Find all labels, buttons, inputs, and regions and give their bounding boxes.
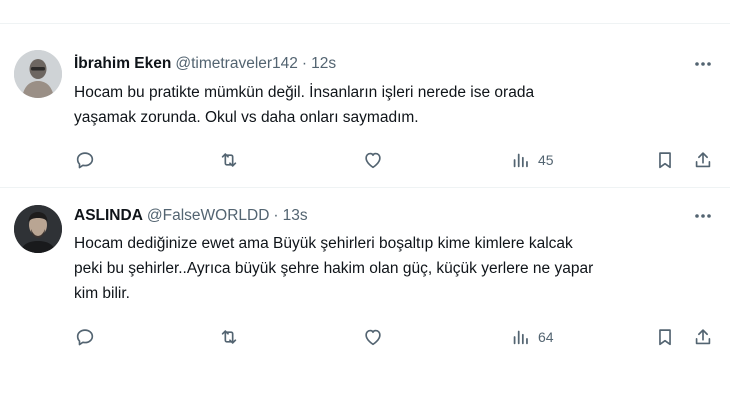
tweet-text-line: yaşamak zorunda. Okul vs daha onları say… [74,109,419,126]
bookmark-icon[interactable] [654,148,676,172]
timestamp[interactable]: 12s [311,55,336,72]
views-button[interactable]: 45 [510,148,554,172]
timestamp[interactable]: 13s [283,207,308,224]
user-handle[interactable]: @timetraveler142 [175,55,298,72]
like-icon[interactable] [362,325,384,349]
share-icon[interactable] [692,148,714,172]
action-bar: 64 [74,325,714,349]
tweet-header: İbrahim Eken @timetraveler142 · 12s [74,55,336,75]
tweet-text: Hocam dediğinize ewet ama Büyük şehirler… [74,231,694,306]
tweet-header: ASLINDA @FalseWORLDD · 13s [74,207,308,227]
avatar[interactable] [14,205,62,253]
views-count: 64 [538,329,554,345]
more-icon[interactable] [692,206,714,226]
more-icon[interactable] [692,54,714,74]
tweet-text: Hocam bu pratikte mümkün değil. İnsanlar… [74,80,694,130]
reply-icon[interactable] [74,148,96,172]
retweet-icon[interactable] [218,325,240,349]
avatar[interactable] [14,50,62,98]
display-name[interactable]: ASLINDA [74,207,143,224]
tweet[interactable]: İbrahim Eken @timetraveler142 · 12s Hocam b… [0,24,730,188]
separator-dot: · [273,207,279,224]
display-name[interactable]: İbrahim Eken [74,55,171,72]
tweet-text-line: Hocam dediğinize ewet ama Büyük şehirler… [74,235,573,252]
tweet-text-line: Hocam bu pratikte mümkün değil. İnsanlar… [74,84,535,101]
views-button[interactable]: 64 [510,325,554,349]
tweet-text-line: kim bilir. [74,285,130,302]
like-icon[interactable] [362,148,384,172]
share-icon[interactable] [692,325,714,349]
action-bar: 45 [74,148,714,172]
separator-dot: · [301,55,308,72]
views-icon [513,330,528,345]
user-handle[interactable]: @FalseWORLDD [147,207,270,224]
reply-icon[interactable] [74,325,96,349]
views-count: 45 [538,152,554,168]
tweet-text-line: peki bu şehirler..Ayrıca büyük şehre hak… [74,260,594,277]
views-icon [513,153,528,168]
bookmark-icon[interactable] [654,325,676,349]
tweet[interactable]: ASLINDA @FalseWORLDD · 13s Hocam dediğinize… [0,188,730,420]
retweet-icon[interactable] [218,148,240,172]
